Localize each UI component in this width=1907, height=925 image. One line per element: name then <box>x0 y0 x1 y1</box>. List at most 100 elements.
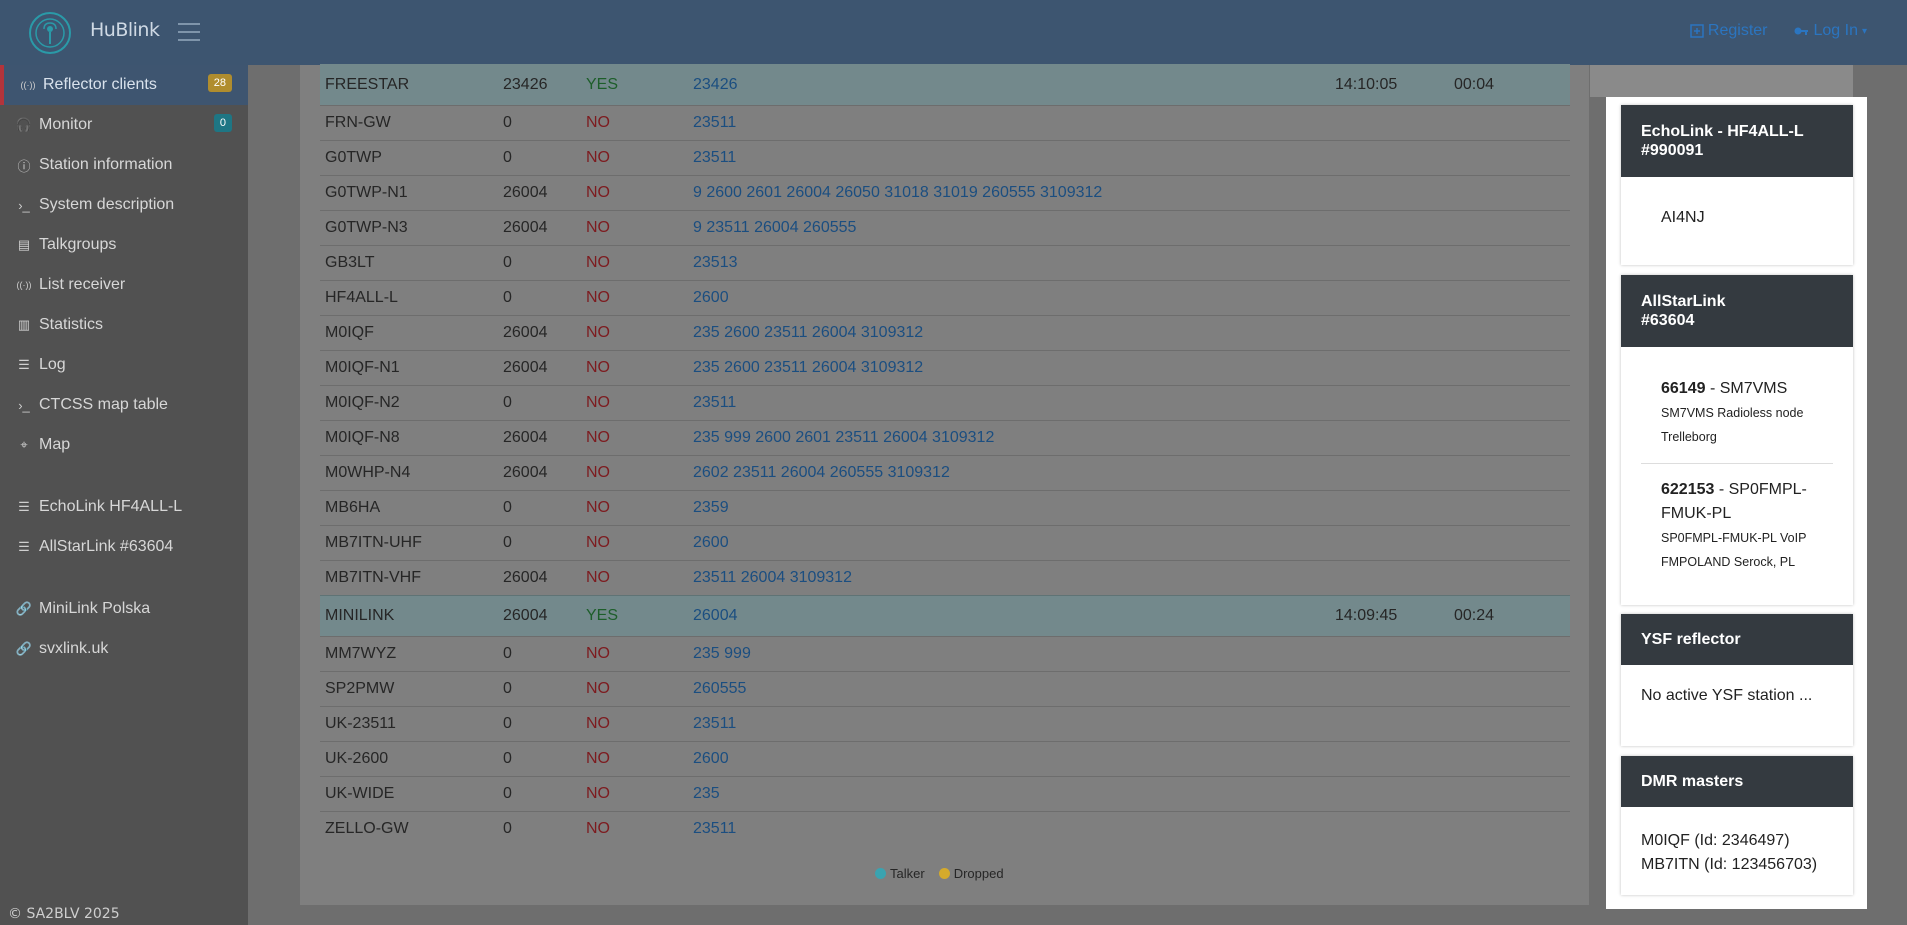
talkgroup-cell: 0 <box>503 149 512 166</box>
sidebar-item-label: EchoLink HF4ALL-L <box>39 498 183 515</box>
sidebar-item-log[interactable]: ☰ Log <box>0 345 248 385</box>
sidebar-item-system-description[interactable]: ›_ System description <box>0 185 248 225</box>
table-row: MM7WYZ 0 NO 235 999 <box>320 636 1570 671</box>
callsign-cell: UK-2600 <box>325 750 389 767</box>
sidebar-item-talkgroups[interactable]: ▤ Talkgroups <box>0 225 248 265</box>
monitored-tg-cell[interactable]: 26004 <box>693 607 738 625</box>
time-cell: 14:10:05 <box>1335 75 1398 93</box>
register-link[interactable]: Register <box>1690 22 1767 40</box>
legend-dropped-label: Dropped <box>953 866 1004 881</box>
login-dropdown[interactable]: Log In ▾ <box>1793 22 1867 40</box>
active-cell: YES <box>586 75 619 93</box>
sidebar-item-reflector-clients[interactable]: ((·)) Reflector clients 28 <box>0 65 248 105</box>
allstar-node-list: 66149 - SM7VMS SM7VMS Radioless node Tre… <box>1621 347 1853 588</box>
callsign-cell: G0TWP-N3 <box>325 219 408 236</box>
sidebar-item-ctcss-map-table[interactable]: ›_ CTCSS map table <box>0 385 248 425</box>
sidebar-item-monitor[interactable]: 🎧 Monitor 0 <box>0 105 248 145</box>
sidebar-item-station-information[interactable]: ⓘ Station information <box>0 145 248 185</box>
table-row: M0IQF-N2 0 NO 23511 <box>320 385 1570 420</box>
talkgroup-cell: 0 <box>503 645 512 662</box>
monitored-tg-cell[interactable]: 23511 <box>693 820 736 838</box>
ysf-panel-header: YSF reflector <box>1621 614 1853 665</box>
key-icon <box>1794 27 1809 35</box>
talkgroup-cell: 0 <box>503 394 512 411</box>
monitored-tg-cell[interactable]: 23513 <box>693 254 738 272</box>
hublink-logo-icon[interactable] <box>28 11 72 55</box>
active-cell: NO <box>586 680 610 697</box>
login-label: Log In <box>1813 22 1858 39</box>
monitored-tg-cell[interactable]: 2359 <box>693 499 729 517</box>
callsign-cell: HF4ALL-L <box>325 289 398 306</box>
table-row: MB7ITN-VHF 26004 NO 23511 26004 3109312 <box>320 560 1570 595</box>
monitored-tg-cell[interactable]: 235 2600 23511 26004 3109312 <box>693 359 923 377</box>
sidebar-item-list-receiver[interactable]: ((·)) List receiver <box>0 265 248 305</box>
monitored-tg-cell[interactable]: 9 2600 2601 26004 26050 31018 31019 2605… <box>693 184 1102 202</box>
sidebar-item-minilink-polska[interactable]: 🔗 MiniLink Polska <box>0 589 248 629</box>
monitored-tg-cell[interactable]: 235 2600 23511 26004 3109312 <box>693 324 923 342</box>
active-cell: NO <box>586 289 610 306</box>
talkgroup-cell: 0 <box>503 785 512 802</box>
talkgroup-cell: 0 <box>503 680 512 697</box>
monitored-tg-cell[interactable]: 235 999 <box>693 645 751 663</box>
monitored-tg-cell[interactable]: 23426 <box>693 76 738 94</box>
allstar-panel: AllStarLink #63604 66149 - SM7VMS SM7VMS… <box>1621 275 1853 605</box>
table-row: G0TWP 0 NO 23511 <box>320 140 1570 175</box>
monitored-tg-cell[interactable]: 2600 <box>693 534 729 552</box>
monitored-tg-cell[interactable]: 235 <box>693 785 720 803</box>
monitored-tg-cell[interactable]: 2600 <box>693 750 729 768</box>
sidebar-item-svxlink-uk[interactable]: 🔗 svxlink.uk <box>0 629 248 669</box>
echolink-station: AI4NJ <box>1661 209 1705 226</box>
brand-name[interactable]: HuBlink <box>90 19 160 41</box>
talkgroup-cell: 0 <box>503 254 512 271</box>
monitored-tg-cell[interactable]: 23511 <box>693 715 736 733</box>
table-row: SP2PMW 0 NO 260555 <box>320 671 1570 706</box>
allstar-node: 66149 - SM7VMS SM7VMS Radioless node Tre… <box>1641 377 1833 463</box>
legend-talker-label: Talker <box>890 866 925 881</box>
menu-toggle-icon[interactable] <box>178 23 200 41</box>
callsign-cell: M0IQF-N1 <box>325 359 400 376</box>
ysf-status: No active YSF station ... <box>1641 687 1813 704</box>
legend-talker: Talker <box>875 866 925 881</box>
list-icon: ☰ <box>18 499 30 514</box>
active-cell: NO <box>586 254 610 271</box>
dmr-panel: DMR masters M0IQF (Id: 2346497) MB7ITN (… <box>1621 756 1853 895</box>
table-row: G0TWP-N3 26004 NO 9 23511 26004 260555 <box>320 210 1570 245</box>
monitored-tg-cell[interactable]: 2602 23511 26004 260555 3109312 <box>693 464 950 482</box>
talkgroup-cell: 23426 <box>503 75 548 93</box>
sidebar-item-map[interactable]: ⌖ Map <box>0 425 248 465</box>
sidebar-item-label: svxlink.uk <box>39 640 109 657</box>
talkgroup-cell: 26004 <box>503 359 548 376</box>
echolink-panel-body: AI4NJ <box>1621 177 1853 227</box>
echolink-panel: EchoLink - HF4ALL-L #990091 AI4NJ <box>1621 105 1853 265</box>
table-row: FRN-GW 0 NO 23511 <box>320 105 1570 140</box>
monitored-tg-cell[interactable]: 23511 <box>693 394 736 412</box>
active-cell: NO <box>586 464 610 481</box>
echolink-title: EchoLink - HF4ALL-L <box>1641 123 1804 140</box>
sidebar-item-label: CTCSS map table <box>39 396 168 413</box>
monitored-tg-cell[interactable]: 23511 <box>693 114 736 132</box>
table-row: GB3LT 0 NO 23513 <box>320 245 1570 280</box>
active-cell: NO <box>586 429 610 446</box>
active-cell: NO <box>586 219 610 236</box>
callsign-cell: ZELLO-GW <box>325 820 409 837</box>
sidebar-item-echolink-hf4all-l[interactable]: ☰ EchoLink HF4ALL-L <box>0 487 248 527</box>
monitored-tg-cell[interactable]: 23511 <box>693 149 736 167</box>
allstar-title: AllStarLink <box>1641 293 1726 310</box>
table-row: G0TWP-N1 26004 NO 9 2600 2601 26004 26050 3… <box>320 175 1570 210</box>
sidebar-item-allstarlink-63604[interactable]: ☰ AllStarLink #63604 <box>0 527 248 567</box>
sidebar-item-label: Map <box>39 436 71 453</box>
active-cell: NO <box>586 499 610 516</box>
talkgroup-cell: 26004 <box>503 184 548 201</box>
sidebar-item-label: Talkgroups <box>39 236 117 253</box>
dmr-panel-header: DMR masters <box>1621 756 1853 807</box>
talkgroup-cell: 26004 <box>503 219 548 236</box>
right-column-header <box>1590 65 1853 97</box>
sidebar-item-statistics[interactable]: ▥ Statistics <box>0 305 248 345</box>
monitored-tg-cell[interactable]: 235 999 2600 2601 23511 26004 3109312 <box>693 429 994 447</box>
active-cell: NO <box>586 750 610 767</box>
monitored-tg-cell[interactable]: 9 23511 26004 260555 <box>693 219 856 237</box>
monitored-tg-cell[interactable]: 260555 <box>693 680 746 698</box>
active-cell: NO <box>586 394 610 411</box>
monitored-tg-cell[interactable]: 23511 26004 3109312 <box>693 569 852 587</box>
monitored-tg-cell[interactable]: 2600 <box>693 289 729 307</box>
